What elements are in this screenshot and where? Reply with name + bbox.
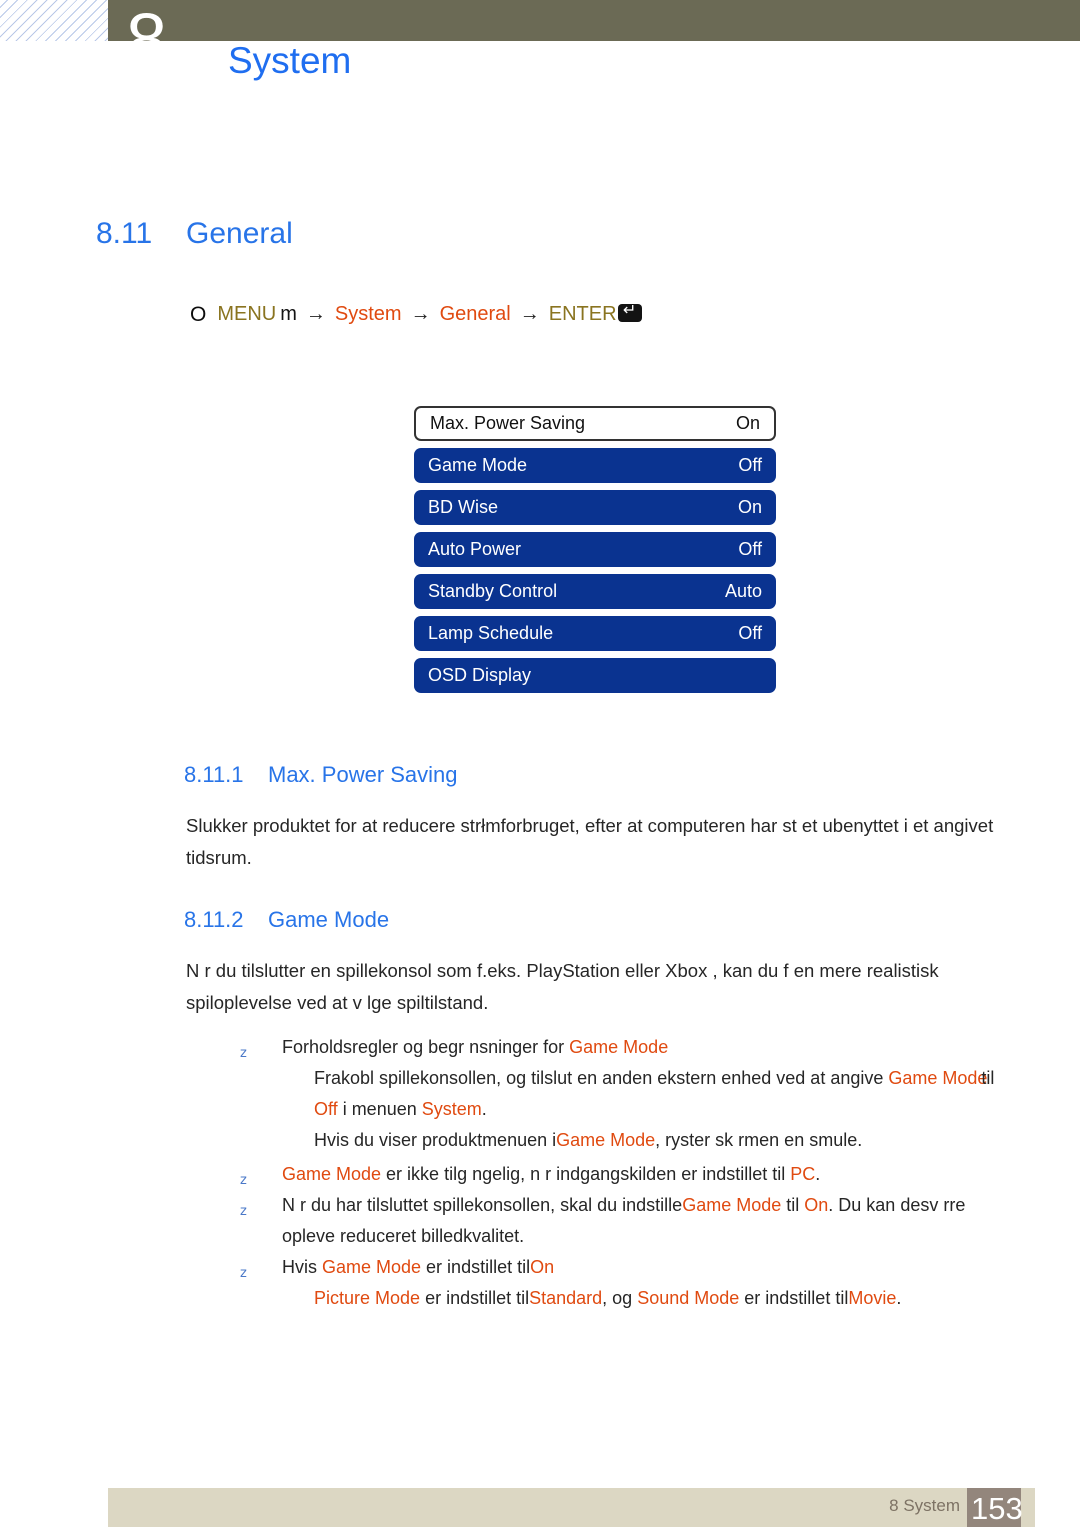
note-text: er ikke tilg ngelig, n r indgangskilden …	[381, 1164, 791, 1184]
menu-button-glyph-icon: m	[280, 303, 297, 325]
osd-row[interactable]: OSD Display	[414, 658, 776, 693]
term-on: On	[530, 1257, 555, 1277]
bullet-ring-icon: O	[190, 303, 207, 326]
note-sub-line: Hvis du viser produktmenuen iGame Mode, …	[314, 1125, 1016, 1156]
osd-item-label: Lamp Schedule	[428, 623, 554, 643]
path-step-general: General	[439, 303, 511, 325]
osd-row[interactable]: Standby Control Auto	[414, 574, 776, 609]
term-game-mode: Game Mode	[556, 1130, 656, 1150]
osd-row[interactable]: Lamp Schedule Off	[414, 616, 776, 651]
note-text: Frakobl spillekonsollen, og tilslut en a…	[314, 1068, 889, 1088]
bullet-marker-icon: z	[240, 1046, 247, 1061]
note-text: i menuen	[337, 1099, 422, 1119]
osd-item-value: Off	[738, 623, 762, 643]
term-system: System	[421, 1099, 482, 1119]
osd-item-value: On	[737, 497, 762, 517]
osd-item-label: Auto Power	[428, 539, 522, 559]
bullet-marker-icon: z	[240, 1204, 247, 1219]
term-on: On	[804, 1195, 829, 1215]
footer-chapter-label: 8 System	[889, 1496, 960, 1515]
path-arrow-1-icon: →	[305, 303, 326, 325]
subsection-number: 8.11.2	[184, 907, 244, 932]
footer-page-number: 153	[971, 1491, 1023, 1526]
list-item: z Game Mode er ikke tilg ngelig, n r ind…	[236, 1159, 1016, 1190]
note-sub-line: Frakobl spillekonsollen, og tilslut en a…	[314, 1063, 1016, 1125]
note-text: er indstillet til	[421, 1257, 531, 1277]
note-text: Hvis du viser produktmenuen i	[314, 1130, 557, 1150]
term-picture-mode: Picture Mode	[314, 1288, 421, 1308]
path-arrow-2-icon: →	[410, 303, 431, 325]
list-item: z Hvis Game Mode er indstillet tilOn Pic…	[236, 1252, 1016, 1314]
term-sound-mode: Sound Mode	[637, 1288, 740, 1308]
paragraph-game-mode: N r du tilslutter en spillekonsol som f.…	[186, 960, 939, 1013]
menu-button-label: MENU	[217, 303, 277, 325]
note-text: , ryster sk rmen en smule.	[655, 1130, 863, 1150]
page-title: System	[228, 40, 352, 81]
header-bar	[108, 0, 1080, 41]
note-text: Forholdsregler og begr nsninger for	[282, 1037, 570, 1057]
term-standard: Standard	[529, 1288, 603, 1308]
note-text: .	[481, 1099, 487, 1119]
note-text: , og	[602, 1288, 638, 1308]
subsection-title: Game Mode	[268, 907, 390, 932]
path-arrow-3-icon: →	[519, 303, 540, 325]
term-pc: PC	[790, 1164, 816, 1184]
subsection-heading-max-power-saving: 8.11.1 Max. Power Saving	[184, 760, 458, 790]
note-text: er indstillet til	[739, 1288, 849, 1308]
osd-item-label: Max. Power Saving	[430, 413, 586, 433]
term-movie: Movie	[848, 1288, 897, 1308]
osd-item-value: On	[735, 413, 760, 433]
osd-menu-mock: Max. Power Saving On Game Mode Off BD Wi…	[414, 406, 776, 700]
note-sub-block: Frakobl spillekonsollen, og tilslut en a…	[282, 1063, 1016, 1156]
enter-button-label: ENTER	[548, 303, 617, 325]
note-text: Hvis	[282, 1257, 322, 1277]
note-text: er indstillet til	[420, 1288, 530, 1308]
osd-row[interactable]: Game Mode Off	[414, 448, 776, 483]
section-title: General	[186, 217, 293, 250]
osd-item-label: Standby Control	[428, 581, 558, 601]
note-text: .	[815, 1164, 821, 1184]
term-game-mode: Game Mode	[282, 1164, 382, 1184]
osd-item-label: Game Mode	[428, 455, 528, 475]
term-game-mode: Game Mode	[569, 1037, 669, 1057]
term-off: Off	[314, 1099, 338, 1119]
osd-item-value: Off	[738, 539, 762, 559]
osd-item-value: Auto	[724, 581, 762, 601]
section-number: 8.11	[96, 217, 153, 250]
note-text: .	[896, 1288, 902, 1308]
game-mode-notes-list: z Forholdsregler og begr nsninger for Ga…	[236, 1032, 1016, 1314]
osd-item-label: BD Wise	[428, 497, 499, 517]
osd-row[interactable]: BD Wise On	[414, 490, 776, 525]
term-game-mode: Game Mode	[888, 1068, 988, 1088]
path-step-system: System	[334, 303, 402, 325]
subsection-number: 8.11.1	[184, 762, 244, 787]
subsection-heading-game-mode: 8.11.2 Game Mode	[184, 905, 389, 935]
osd-item-value: Off	[738, 455, 762, 475]
list-item: z Forholdsregler og begr nsninger for Ga…	[236, 1032, 1016, 1156]
note-sub-block: Picture Mode er indstillet tilStandard, …	[282, 1283, 1016, 1314]
term-game-mode: Game Mode	[682, 1195, 782, 1215]
osd-item-label: OSD Display	[428, 665, 532, 685]
osd-row[interactable]: Auto Power Off	[414, 532, 776, 567]
note-text: til	[781, 1195, 805, 1215]
note-sub-line: Picture Mode er indstillet tilStandard, …	[314, 1283, 1016, 1314]
term-game-mode: Game Mode	[322, 1257, 422, 1277]
paragraph-max-power-saving: Slukker produktet for at reducere strłmf…	[186, 815, 994, 868]
osd-row[interactable]: Max. Power Saving On	[414, 406, 776, 441]
enter-key-icon	[617, 300, 642, 322]
section-heading: 8.11 General	[96, 214, 293, 254]
note-text: N r du har tilsluttet spillekonsollen, s…	[282, 1195, 683, 1215]
chapter-number: 8	[126, 0, 167, 81]
list-item: z N r du har tilsluttet spillekonsollen,…	[236, 1190, 1016, 1252]
bullet-marker-icon: z	[240, 1266, 247, 1281]
note-text: til	[981, 1068, 995, 1088]
menu-path-breadcrumb: O MENU m → System → General → ENTER	[190, 300, 642, 329]
subsection-title: Max. Power Saving	[268, 762, 458, 787]
corner-hatch-decoration	[0, 0, 110, 41]
